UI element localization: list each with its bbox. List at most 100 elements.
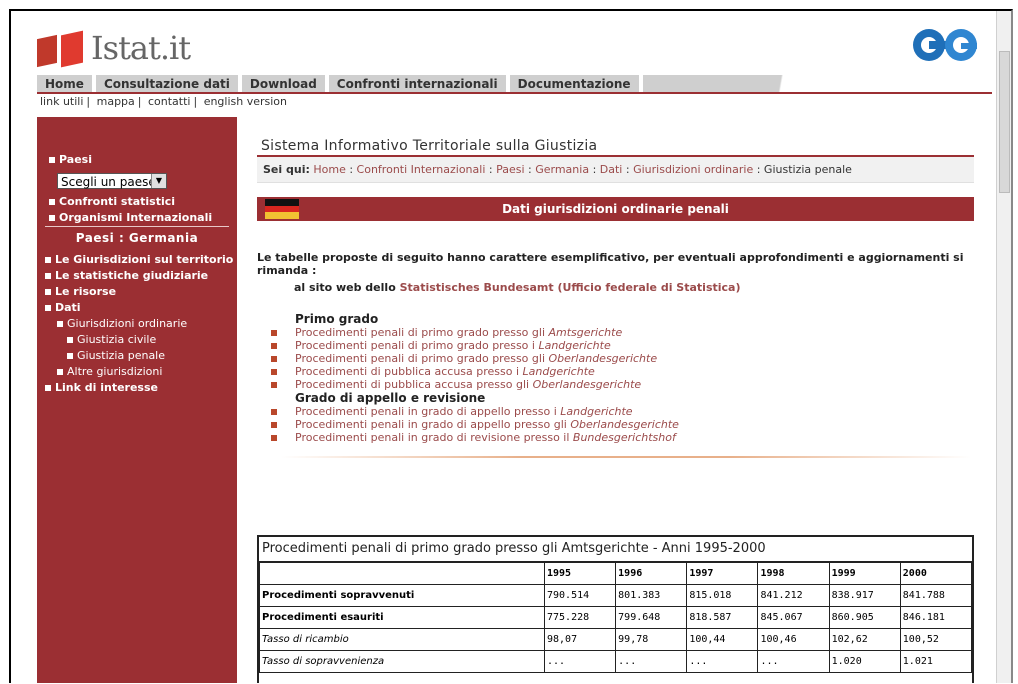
breadcrumb-label: Sei qui: <box>263 163 310 176</box>
sidebar-subitem-altre[interactable]: Altre giurisdizioni <box>57 365 162 378</box>
table-cell: 99,78 <box>615 628 688 651</box>
browser-viewport: Istat.it Home Consultazione dati Downloa… <box>9 9 1013 683</box>
table-cell: 845.067 <box>757 606 830 629</box>
table-row: Procedimenti sopravvenuti 790.514 801.38… <box>259 584 973 607</box>
sidebar-item-dati[interactable]: Dati <box>45 301 81 314</box>
istat-logo-mark <box>37 30 87 68</box>
scrollbar-thumb[interactable] <box>999 51 1010 193</box>
year-header: 1995 <box>543 562 617 585</box>
list-item[interactable]: Procedimenti penali in grado di revision… <box>271 431 676 444</box>
list-item[interactable]: Procedimenti penali di primo grado press… <box>271 339 611 352</box>
list-item[interactable]: Procedimenti penali di primo grado press… <box>271 352 657 365</box>
bullet-icon <box>271 330 277 336</box>
list-item[interactable]: Procedimenti di pubblica accusa presso i… <box>271 365 595 378</box>
bullet-icon <box>49 157 55 163</box>
country-select[interactable]: Scegli un paese ▼ <box>57 173 167 189</box>
bullet-icon <box>67 353 73 359</box>
table-corner <box>259 562 545 585</box>
breadcrumb-dati[interactable]: Dati <box>600 163 623 176</box>
nav-tab-consultazione[interactable]: Consultazione dati <box>95 75 238 92</box>
table-row: Tasso di ricambio 98,07 99,78 100,44 100… <box>259 628 973 651</box>
table-row: Procedimenti esauriti 775.228 799.648 81… <box>259 606 973 629</box>
sidebar-item-paesi[interactable]: Paesi <box>49 153 92 166</box>
table-cell: 799.648 <box>615 606 688 629</box>
table-cell: ... <box>757 650 830 673</box>
table-cell: 1.020 <box>828 650 901 673</box>
row-label: Procedimenti sopravvenuti <box>259 584 545 607</box>
table-cell: 838.917 <box>828 584 901 607</box>
sidebar-item-link-interesse[interactable]: Link di interesse <box>45 381 158 394</box>
bullet-icon <box>49 199 55 205</box>
table-cell: 102,62 <box>828 628 901 651</box>
bullet-icon <box>45 273 51 279</box>
bullet-icon <box>49 215 55 221</box>
breadcrumb-germania[interactable]: Germania <box>535 163 589 176</box>
sidebar-subitem-penale[interactable]: Giustizia penale <box>67 349 165 362</box>
group-primo-grado: Primo grado <box>295 312 379 326</box>
table-cell: 841.212 <box>757 584 830 607</box>
table-cell: 790.514 <box>543 584 617 607</box>
table-cell: ... <box>543 650 617 673</box>
row-label: Tasso di ricambio <box>259 628 545 651</box>
table-cell: 841.788 <box>899 584 973 607</box>
util-mappa[interactable]: mappa <box>97 95 135 108</box>
sidebar-item-risorse[interactable]: Le risorse <box>45 285 116 298</box>
istat-logo[interactable]: Istat.it <box>37 29 191 68</box>
list-item[interactable]: Procedimenti penali di primo grado press… <box>271 326 622 339</box>
table-cell: 818.587 <box>686 606 759 629</box>
table-cell: 775.228 <box>543 606 617 629</box>
nav-tab-download[interactable]: Download <box>241 75 325 92</box>
sidebar-item-statistiche[interactable]: Le statistiche giudiziarie <box>45 269 208 282</box>
table-cell: 801.383 <box>615 584 688 607</box>
destatis-link[interactable]: Statistisches Bundesamt (Ufficio federal… <box>400 281 741 294</box>
istat-logo-text: Istat.it <box>91 29 191 67</box>
breadcrumb-paesi[interactable]: Paesi <box>496 163 524 176</box>
nav-tab-end <box>642 75 813 92</box>
list-item[interactable]: Procedimenti di pubblica accusa presso g… <box>271 378 641 391</box>
sidebar-divider <box>45 226 229 227</box>
sidebar: Paesi Scegli un paese ▼ Confronti statist… <box>37 117 237 683</box>
table-header-row: 1995 1996 1997 1998 1999 2000 <box>259 562 973 585</box>
sidebar-item-giurisdizioni[interactable]: Le Giurisdizioni sul territorio <box>45 253 233 266</box>
group-appello: Grado di appello e revisione <box>295 391 486 405</box>
table-cell: 100,46 <box>757 628 830 651</box>
year-header: 1998 <box>757 562 830 585</box>
util-link-utili[interactable]: link utili <box>40 95 83 108</box>
nav-tab-documentazione[interactable]: Documentazione <box>509 75 639 92</box>
bullet-icon <box>271 409 277 415</box>
breadcrumb: Sei qui: Home : Confronti Internazionali… <box>257 157 974 183</box>
table-cell: 815.018 <box>686 584 759 607</box>
bullet-icon <box>45 289 51 295</box>
nav-tab-confronti[interactable]: Confronti internazionali <box>328 75 506 92</box>
breadcrumb-ordinarie[interactable]: Giurisdizioni ordinarie <box>633 163 753 176</box>
bullet-icon <box>57 321 63 327</box>
site-prefix: al sito web dello <box>294 281 396 294</box>
bullet-icon <box>67 337 73 343</box>
bullet-icon <box>45 257 51 263</box>
utility-links: link utili | mappa | contatti | english ver… <box>40 95 288 108</box>
table-cell: 98,07 <box>543 628 617 651</box>
list-item[interactable]: Procedimenti penali in grado di appello … <box>271 405 633 418</box>
year-header: 1999 <box>828 562 901 585</box>
table-grid: 1995 1996 1997 1998 1999 2000 Procedimen… <box>259 562 973 673</box>
table-cell: 846.181 <box>899 606 973 629</box>
sidebar-item-organismi[interactable]: Organismi Internazionali <box>49 211 212 224</box>
bullet-icon <box>271 435 277 441</box>
sidebar-heading: Paesi : Germania <box>75 231 199 245</box>
breadcrumb-home[interactable]: Home <box>313 163 345 176</box>
table-cell: 1.021 <box>899 650 973 673</box>
sidebar-subitem-civile[interactable]: Giustizia civile <box>67 333 156 346</box>
list-item[interactable]: Procedimenti penali in grado di appello … <box>271 418 679 431</box>
page-title: Sistema Informativo Territoriale sulla G… <box>261 138 598 154</box>
sidebar-subitem-ordinarie[interactable]: Giurisdizioni ordinarie <box>57 317 187 330</box>
table-cell: 100,44 <box>686 628 759 651</box>
year-header: 1996 <box>615 562 688 585</box>
nav-tab-home[interactable]: Home <box>37 75 92 92</box>
breadcrumb-confronti[interactable]: Confronti Internazionali <box>357 163 486 176</box>
sidebar-item-confronti[interactable]: Confronti statistici <box>49 195 175 208</box>
vertical-scrollbar[interactable] <box>996 11 1011 683</box>
util-contatti[interactable]: contatti <box>148 95 191 108</box>
util-english[interactable]: english version <box>204 95 287 108</box>
year-header: 1997 <box>686 562 759 585</box>
bullet-icon <box>271 343 277 349</box>
